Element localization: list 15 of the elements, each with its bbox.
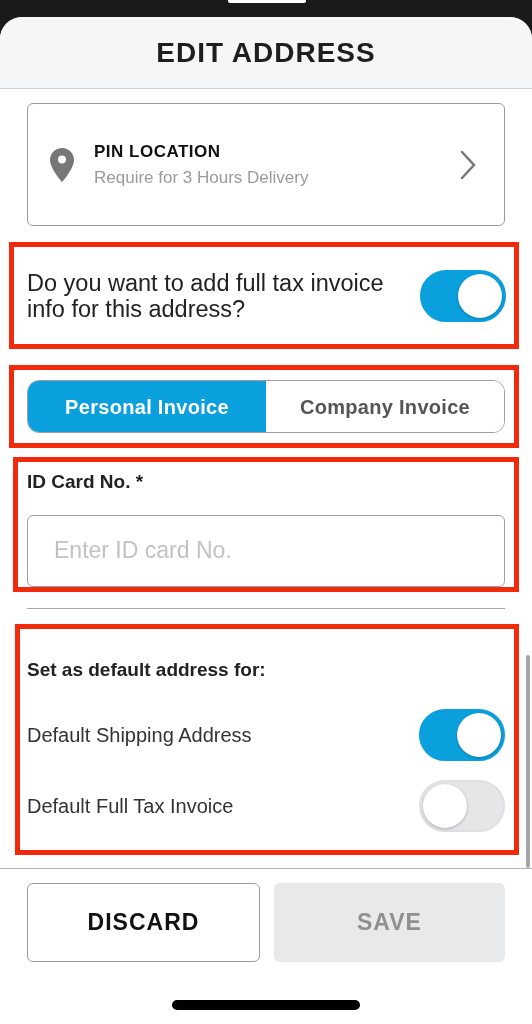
default-option-label: Default Shipping Address xyxy=(27,723,252,748)
header-title: EDIT ADDRESS xyxy=(156,35,376,70)
pin-location-title: PIN LOCATION xyxy=(94,141,222,163)
location-pin-icon xyxy=(50,147,74,182)
toggle-switch[interactable] xyxy=(419,709,505,761)
pin-location-subtitle: Require for 3 Hours Delivery xyxy=(94,166,310,189)
tax-invoice-question: Do you want to add full tax invoice info for this address? xyxy=(27,269,385,322)
chevron-right-icon xyxy=(460,149,476,180)
discard-button[interactable]: DISCARD xyxy=(27,883,260,962)
defaults-heading: Set as default address for: xyxy=(27,658,267,682)
pin-location-card[interactable]: PIN LOCATION Require for 3 Hours Delivery xyxy=(27,103,505,226)
toggle-switch[interactable] xyxy=(420,269,506,322)
default-option-label: Default Full Tax Invoice xyxy=(27,794,234,819)
id-card-label: ID Card No. * xyxy=(27,470,145,494)
id-card-field[interactable]: Enter ID card No. xyxy=(27,514,505,587)
